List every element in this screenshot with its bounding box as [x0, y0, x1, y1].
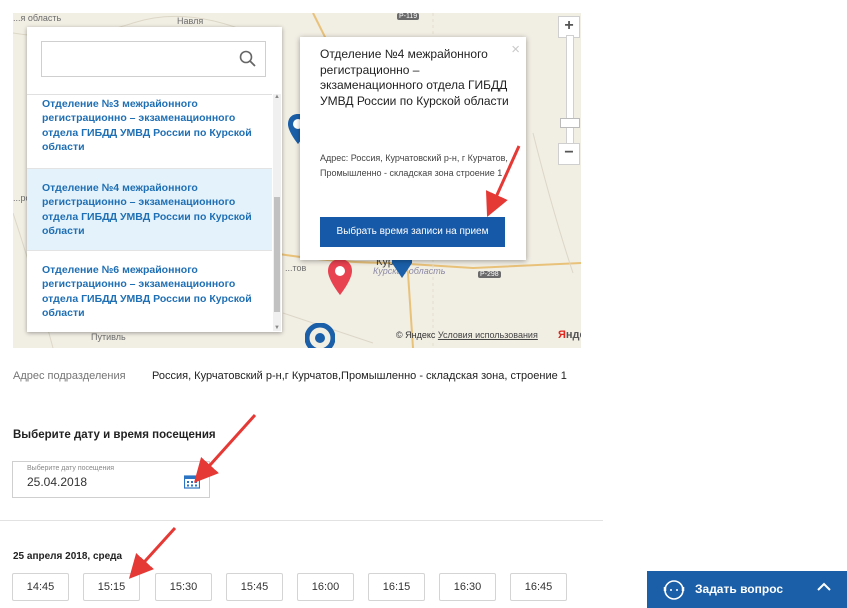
scrollbar-thumb[interactable] [274, 197, 280, 312]
terms-link[interactable]: Условия использования [438, 330, 538, 340]
yandex-logo: Яндекс [558, 329, 581, 341]
support-chat-icon [663, 580, 685, 600]
slot-day: 25 апреля 2018, среда [13, 551, 123, 562]
ask-question-button[interactable]: Задать вопрос [647, 571, 847, 608]
date-value[interactable]: 25.04.2018 [27, 475, 87, 489]
zoom-out-button[interactable]: − [558, 143, 580, 165]
search-input[interactable] [48, 43, 242, 77]
close-icon[interactable]: × [511, 41, 520, 58]
time-slot[interactable]: 16:00 [297, 573, 354, 601]
office-name[interactable]: Отделение №6 межрайонного регистрационно… [42, 263, 257, 320]
time-slot[interactable]: 16:30 [439, 573, 496, 601]
office-list-item-selected[interactable]: Отделение №4 межрайонного регистрационно… [27, 169, 272, 251]
time-slot[interactable]: 15:15 [83, 573, 140, 601]
office-name[interactable]: Отделение №3 межрайонного регистрационно… [42, 97, 257, 154]
zoom-slider-track[interactable] [560, 35, 580, 152]
choose-time-button[interactable]: Выбрать время записи на прием [320, 217, 505, 247]
address-label: Адрес подразделения [13, 370, 126, 382]
office-list-item[interactable]: Отделение №6 межрайонного регистрационно… [27, 251, 272, 332]
popup-address: Адрес: Россия, Курчатовский р-н, г Курча… [320, 153, 508, 178]
map-marker-cluster-icon[interactable] [305, 323, 335, 348]
map-label-putivl: Путивль [91, 332, 126, 342]
office-search-panel: Отделение №3 межрайонного регистрационно… [27, 27, 282, 332]
copyright-text: © Яндекс [396, 330, 436, 340]
section-divider [0, 520, 603, 521]
office-list-item[interactable]: Отделение №3 межрайонного регистрационно… [27, 95, 272, 169]
scroll-down-icon[interactable]: ▼ [273, 325, 281, 331]
arrow-to-slot-icon [128, 526, 177, 579]
calendar-icon[interactable] [184, 474, 200, 489]
list-scrollbar[interactable]: ▲ ▼ [273, 94, 281, 331]
office-popup: Отделение №4 межрайонного регистрационно… [300, 37, 526, 260]
time-slot[interactable]: 16:45 [510, 573, 567, 601]
search-box[interactable] [41, 41, 266, 77]
ask-question-label: Задать вопрос [695, 582, 784, 596]
time-slot[interactable]: 15:30 [155, 573, 212, 601]
office-list: Отделение №3 межрайонного регистрационно… [27, 94, 272, 332]
time-slot[interactable]: 15:45 [226, 573, 283, 601]
location-pin-icon[interactable] [326, 258, 354, 296]
date-field[interactable]: Выберите дату посещения 25.04.2018 [12, 461, 210, 498]
address-value: Россия, Курчатовский р-н,г Курчатов,Пром… [152, 370, 567, 382]
chevron-up-icon[interactable] [817, 582, 831, 592]
time-slot[interactable]: 16:15 [368, 573, 425, 601]
scroll-up-icon[interactable]: ▲ [273, 94, 281, 100]
map-copyright: © Яндекс Условия использования [396, 330, 538, 340]
visit-heading: Выберите дату и время посещения [13, 429, 216, 441]
map-label-navlya: Навля [177, 16, 204, 26]
time-slot[interactable]: 14:45 [12, 573, 69, 601]
map-label-oblast: ...я область [13, 13, 62, 23]
road-badge-r298: Р-298 [478, 271, 501, 278]
zoom-slider-handle[interactable] [560, 118, 580, 128]
office-name[interactable]: Отделение №4 межрайонного регистрационно… [42, 181, 257, 238]
map-label-kurchatov: ...тов [285, 263, 307, 273]
popup-title: Отделение №4 межрайонного регистрационно… [320, 47, 509, 108]
zoom-control: + − [558, 13, 580, 168]
search-icon[interactable] [239, 50, 257, 68]
road-badge-r119: Р-119 [397, 13, 420, 20]
date-field-label: Выберите дату посещения [27, 465, 115, 472]
